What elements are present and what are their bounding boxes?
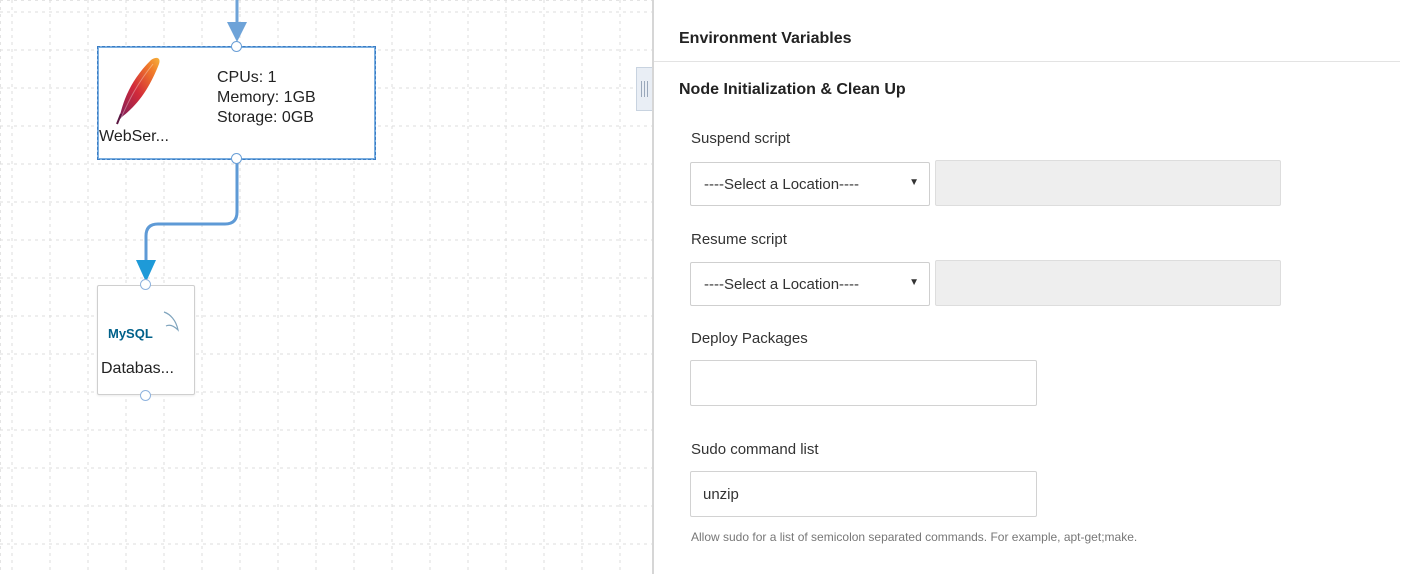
resume-location-select[interactable]: ----Select a Location---- ▼ (690, 262, 930, 306)
resume-script-label: Resume script (691, 231, 787, 248)
webserver-node[interactable]: WebSer... CPUs: 1 Memory: 1GB Storage: 0… (97, 46, 376, 160)
database-output-port[interactable] (140, 390, 151, 401)
storage-spec: Storage: 0GB (217, 109, 314, 126)
section-environment-variables[interactable]: Environment Variables (679, 30, 852, 48)
feather-icon (116, 57, 160, 125)
incoming-connector[interactable] (227, 0, 247, 42)
suspend-script-label: Suspend script (691, 130, 791, 147)
properties-panel: Environment Variables Node Initializatio… (654, 0, 1404, 574)
suspend-select-value: ----Select a Location---- (704, 175, 860, 193)
deploy-packages-input[interactable] (690, 360, 1037, 406)
resume-select-value: ----Select a Location---- (704, 275, 860, 293)
memory-spec: Memory: 1GB (217, 89, 316, 106)
sudo-help-text: Allow sudo for a list of semicolon separ… (691, 530, 1138, 544)
webserver-node-label: WebSer... (99, 128, 169, 145)
splitter-handle[interactable] (636, 67, 652, 111)
deploy-packages-label: Deploy Packages (691, 330, 808, 347)
webserver-specs: CPUs: 1 Memory: 1GB Storage: 0GB (217, 68, 316, 128)
mysql-logo: MySQL (108, 311, 179, 341)
database-node[interactable]: MySQL Databas... (97, 285, 195, 395)
topology-canvas[interactable]: WebSer... CPUs: 1 Memory: 1GB Storage: 0… (0, 0, 652, 574)
sudo-command-list-input[interactable] (690, 471, 1037, 517)
section-divider (654, 61, 1400, 62)
webserver-to-database-connector[interactable] (136, 160, 239, 282)
suspend-script-path-field (935, 160, 1281, 206)
database-input-port[interactable] (140, 279, 151, 290)
webserver-input-port[interactable] (231, 41, 242, 52)
dropdown-arrow-icon: ▼ (909, 177, 919, 188)
cpus-spec: CPUs: 1 (217, 69, 277, 86)
webserver-output-port[interactable] (231, 153, 242, 164)
section-node-initialization[interactable]: Node Initialization & Clean Up (679, 81, 906, 99)
grip-line (641, 81, 642, 97)
dropdown-arrow-icon: ▼ (909, 277, 919, 288)
suspend-location-select[interactable]: ----Select a Location---- ▼ (690, 162, 930, 206)
mysql-logo-text: MySQL (108, 326, 153, 341)
database-node-label: Databas... (101, 360, 174, 377)
grip-line (644, 81, 645, 97)
sudo-command-list-label: Sudo command list (691, 441, 819, 458)
grip-line (647, 81, 648, 97)
resume-script-path-field (935, 260, 1281, 306)
